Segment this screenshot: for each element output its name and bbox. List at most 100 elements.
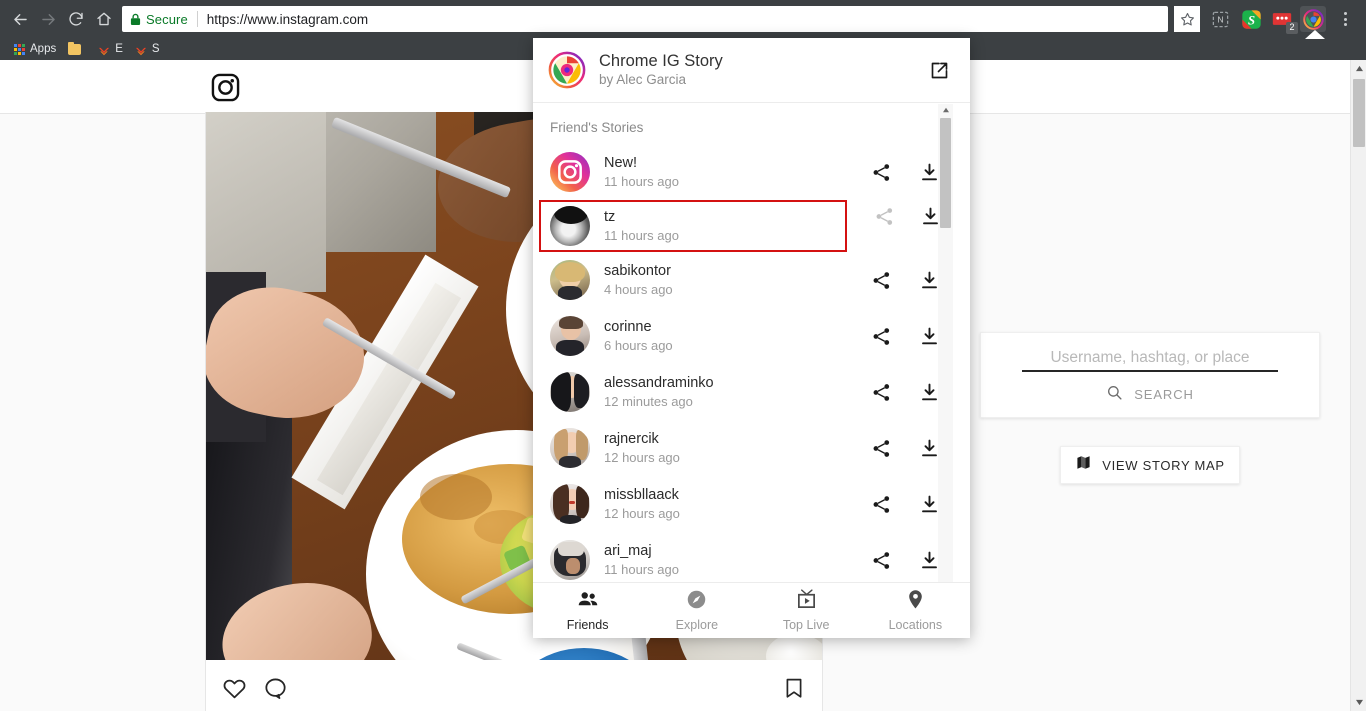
stories-list[interactable]: Friend's Stories New! 11 hours ago tz 11… <box>533 104 953 612</box>
photo-avatar-dark <box>550 372 590 412</box>
search-input[interactable] <box>1022 346 1278 372</box>
story-row[interactable]: ari_maj 11 hours ago <box>533 532 953 588</box>
story-row[interactable]: corinne 6 hours ago <box>533 308 953 364</box>
story-timestamp: 12 hours ago <box>604 505 680 521</box>
photo-avatar-light <box>550 428 590 468</box>
instagram-logo-icon[interactable] <box>211 73 240 107</box>
scroll-up-arrow-icon[interactable] <box>1351 60 1366 77</box>
popup-title-group: Chrome IG Story by Alec Garcia <box>599 51 926 89</box>
tab-locations[interactable]: Locations <box>861 583 970 639</box>
story-username: rajnercik <box>604 430 659 447</box>
omnibox-divider <box>196 11 198 27</box>
story-timestamp: 11 hours ago <box>604 227 679 243</box>
share-icon-disabled[interactable] <box>862 196 908 236</box>
story-text-group: tz 11 hours ago <box>604 208 845 245</box>
search-button-label: SEARCH <box>1134 386 1194 402</box>
share-icon[interactable] <box>857 540 905 580</box>
security-label: Secure <box>146 11 188 27</box>
story-username: ari_maj <box>604 542 652 559</box>
story-row-highlighted[interactable]: tz 11 hours ago <box>539 200 847 252</box>
home-icon[interactable] <box>90 5 118 33</box>
svg-text:N: N <box>1217 14 1223 24</box>
story-row[interactable]: rajnercik 12 hours ago <box>533 420 953 476</box>
map-icon <box>1075 454 1092 476</box>
popup-scroll-up-arrow-icon[interactable] <box>938 104 953 116</box>
page-scrollbar-thumb[interactable] <box>1353 79 1365 147</box>
popup-subtitle: by Alec Garcia <box>599 72 687 87</box>
open-in-new-icon[interactable] <box>926 57 952 83</box>
tab-explore[interactable]: Explore <box>642 583 751 639</box>
url-text: https://www.instagram.com <box>206 11 369 27</box>
story-text-group: New! 11 hours ago <box>604 154 857 191</box>
three-dot-menu-icon[interactable] <box>1332 4 1358 34</box>
bookmark-item-e[interactable]: E <box>92 40 129 58</box>
photo-avatar-shorthair <box>550 316 590 356</box>
bookmark-star-icon[interactable] <box>1174 6 1200 32</box>
story-text-group: ari_maj 11 hours ago <box>604 542 857 579</box>
map-pin-icon <box>906 589 925 615</box>
tab-friends[interactable]: Friends <box>533 583 642 639</box>
popup-scrollbar[interactable] <box>938 104 953 612</box>
bookmark-icon[interactable] <box>782 676 806 700</box>
story-row[interactable]: missbllaack 12 hours ago <box>533 476 953 532</box>
share-icon[interactable] <box>857 484 905 524</box>
tab-explore-label: Explore <box>675 618 719 632</box>
popup-scrollbar-thumb[interactable] <box>940 118 951 228</box>
back-icon[interactable] <box>6 5 34 33</box>
popup-pointer <box>1305 30 1325 39</box>
share-icon[interactable] <box>857 260 905 300</box>
people-icon <box>577 590 599 615</box>
post-action-bar <box>206 660 822 711</box>
tab-locations-label: Locations <box>888 618 943 632</box>
note-extension-icon[interactable]: N <box>1207 6 1233 32</box>
section-title: Friend's Stories <box>550 120 644 135</box>
comment-bubble-icon[interactable] <box>263 676 288 701</box>
bookmark-folder[interactable] <box>62 40 92 58</box>
story-username: tz <box>604 208 616 225</box>
share-icon[interactable] <box>857 152 905 192</box>
menu-dot <box>1343 12 1347 15</box>
magnifier-icon <box>1106 384 1123 404</box>
story-timestamp: 11 hours ago <box>604 173 679 189</box>
story-row[interactable]: sabikontor 4 hours ago <box>533 252 953 308</box>
lock-icon <box>130 13 141 26</box>
story-search-card: SEARCH <box>980 332 1320 418</box>
page-scrollbar[interactable] <box>1350 60 1366 711</box>
instagram-gradient-avatar <box>550 152 590 192</box>
bookmark-item-e-label: E <box>115 43 123 55</box>
story-username: alessandraminko <box>604 374 714 391</box>
tab-top-live[interactable]: Top Live <box>752 583 861 639</box>
story-timestamp: 12 minutes ago <box>604 393 693 409</box>
chrome-instagram-logo-icon <box>548 51 586 89</box>
red-extension-icon[interactable]: 2 <box>1269 6 1298 34</box>
address-bar[interactable]: Secure https://www.instagram.com <box>122 6 1168 32</box>
story-timestamp: 12 hours ago <box>604 449 680 465</box>
compass-icon <box>686 589 707 615</box>
search-button[interactable]: SEARCH <box>1106 384 1194 404</box>
share-icon[interactable] <box>857 428 905 468</box>
scroll-down-arrow-icon[interactable] <box>1351 694 1366 711</box>
folder-icon <box>68 41 82 55</box>
popup-header: Chrome IG Story by Alec Garcia <box>533 38 970 103</box>
story-row[interactable]: alessandraminko 12 minutes ago <box>533 364 953 420</box>
share-icon[interactable] <box>857 316 905 356</box>
chrome-ig-story-extension-icon[interactable] <box>1300 6 1326 32</box>
heart-icon[interactable] <box>222 676 247 701</box>
bookmark-apps-label: Apps <box>30 43 57 55</box>
bookmark-item-s[interactable]: S <box>129 40 166 58</box>
s-extension-icon[interactable]: S <box>1238 6 1264 32</box>
story-text-group: alessandraminko 12 minutes ago <box>604 374 857 411</box>
photo-avatar-mirror <box>550 540 590 580</box>
share-icon[interactable] <box>857 372 905 412</box>
view-story-map-button[interactable]: VIEW STORY MAP <box>1060 446 1240 484</box>
tab-friends-label: Friends <box>566 617 609 632</box>
story-timestamp: 6 hours ago <box>604 337 673 353</box>
menu-dot <box>1343 17 1347 21</box>
reload-icon[interactable] <box>62 5 90 33</box>
story-username: New! <box>604 154 638 171</box>
bookmark-apps[interactable]: Apps <box>8 40 62 58</box>
apps-grid-icon <box>14 43 25 55</box>
photo-avatar-blonde <box>550 260 590 300</box>
chrome-ig-story-popup: Chrome IG Story by Alec Garcia Friend's … <box>533 38 970 638</box>
forward-icon <box>34 5 62 33</box>
